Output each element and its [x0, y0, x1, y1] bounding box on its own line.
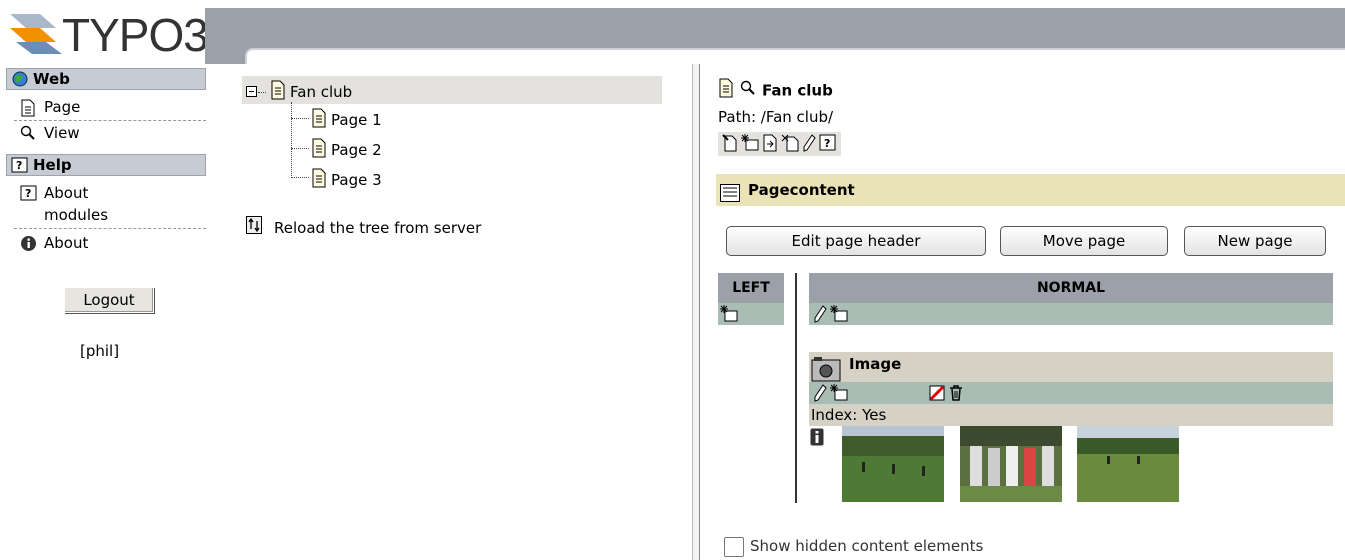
pagecontent-title: Pagecontent [748, 181, 855, 199]
image-thumbnail[interactable] [960, 426, 1062, 502]
edit-pencil-icon[interactable] [813, 384, 827, 406]
help-icon: ? [20, 185, 38, 207]
menu-item-label: About [44, 234, 89, 252]
new-page-button[interactable]: New page [1184, 226, 1326, 256]
typo3-logo-mark-icon [10, 14, 62, 54]
page-path: Path: /Fan club/ [718, 108, 834, 126]
new-content-icon[interactable] [830, 305, 848, 327]
page-icon [311, 168, 327, 193]
info-icon [20, 235, 37, 258]
new-content-icon[interactable] [741, 134, 759, 154]
edit-pencil-icon[interactable] [802, 134, 816, 154]
hide-element-icon[interactable] [929, 385, 945, 405]
column-normal-header: NORMAL [809, 273, 1333, 303]
tree-node-label: Page 1 [331, 111, 382, 129]
pagecontent-icon [720, 181, 740, 213]
edit-pencil-icon[interactable] [813, 305, 827, 327]
new-page-icon[interactable] [781, 134, 799, 154]
svg-text:?: ? [824, 137, 830, 150]
tree-node-page-1[interactable]: Page 1 [311, 108, 382, 133]
tree-node-label: Page 2 [331, 141, 382, 159]
page-tree: Fan club Page 1 Page 2 Page 3 Reload the… [218, 64, 692, 560]
menu-item-about[interactable]: About [18, 232, 206, 254]
globe-icon [11, 71, 29, 92]
menu-item-label: modules [44, 206, 109, 224]
show-hidden-label: Show hidden content elements [750, 537, 984, 555]
tree-node-label: Fan club [290, 83, 353, 101]
username-label: [phil] [80, 342, 120, 360]
page-icon [311, 108, 327, 133]
tree-node-page-2[interactable]: Page 2 [311, 138, 382, 163]
checkbox[interactable] [724, 536, 744, 557]
page-icon[interactable] [718, 78, 734, 104]
typo3-logo: TYPO3 [0, 0, 209, 64]
magnifier-icon[interactable] [740, 80, 756, 102]
page-toolbar: ? [718, 132, 841, 156]
reload-tree-link[interactable]: Reload the tree from server [246, 216, 481, 241]
svg-text:?: ? [25, 187, 31, 200]
menu-item-view[interactable]: View [18, 122, 206, 144]
move-page-icon[interactable] [762, 134, 778, 154]
menu-item-label: About [44, 184, 89, 202]
new-content-icon[interactable] [720, 305, 738, 327]
content-element-toolbar [809, 382, 1333, 404]
page-title: Fan club [718, 78, 833, 104]
tree-node-label: Page 3 [331, 171, 382, 189]
tree-node-page-3[interactable]: Page 3 [311, 168, 382, 193]
menu-item-page[interactable]: Page [18, 96, 206, 118]
new-content-icon[interactable] [830, 384, 848, 406]
column-left-toolbar [718, 303, 784, 325]
collapse-icon[interactable] [246, 83, 258, 103]
magnifier-icon [20, 125, 36, 147]
menu-section-label: Web [33, 70, 70, 88]
menu-item-about-modules[interactable]: ? About modules [18, 182, 206, 226]
edit-page-header-button[interactable]: Edit page header [726, 226, 986, 256]
content-element-type: Image [849, 355, 902, 373]
page-info-icon[interactable] [722, 134, 738, 154]
help-icon: ? [11, 157, 29, 178]
pagecontent-section-header: Pagecontent [716, 174, 1345, 206]
refresh-icon [246, 216, 262, 241]
move-page-button[interactable]: Move page [1000, 226, 1168, 256]
frame-divider[interactable] [692, 64, 700, 560]
show-hidden-checkbox[interactable]: Show hidden content elements [724, 536, 983, 557]
content-element-header: Image [809, 352, 1333, 382]
page-title-text: Fan club [762, 81, 833, 100]
logo-text: TYPO3 [62, 9, 209, 61]
image-thumbnail[interactable] [842, 426, 944, 502]
menu-section-web[interactable]: Web [6, 68, 206, 90]
page-icon [270, 80, 286, 105]
module-menu: Web Page View ? Help ? About modules Abo… [0, 64, 218, 560]
svg-text:?: ? [16, 159, 22, 172]
help-icon[interactable]: ? [819, 134, 837, 154]
info-icon[interactable] [810, 428, 824, 450]
top-bar [205, 8, 1345, 64]
delete-trash-icon[interactable] [948, 384, 964, 406]
column-separator [795, 273, 797, 503]
reload-tree-label: Reload the tree from server [274, 219, 482, 237]
column-left-header: LEFT [718, 273, 784, 303]
image-thumbnail[interactable] [1077, 426, 1179, 502]
menu-section-help[interactable]: ? Help [6, 154, 206, 176]
column-normal-toolbar [809, 303, 1333, 325]
menu-item-label: View [44, 124, 80, 142]
menu-section-label: Help [33, 156, 72, 174]
tree-node-root[interactable]: Fan club [246, 80, 352, 105]
content-panel: Fan club Path: /Fan club/ ? Pagecontent … [700, 64, 1345, 560]
page-icon [311, 138, 327, 163]
content-element-index: Index: Yes [809, 404, 1333, 426]
menu-item-label: Page [44, 98, 81, 116]
logout-button[interactable]: Logout [64, 287, 154, 313]
